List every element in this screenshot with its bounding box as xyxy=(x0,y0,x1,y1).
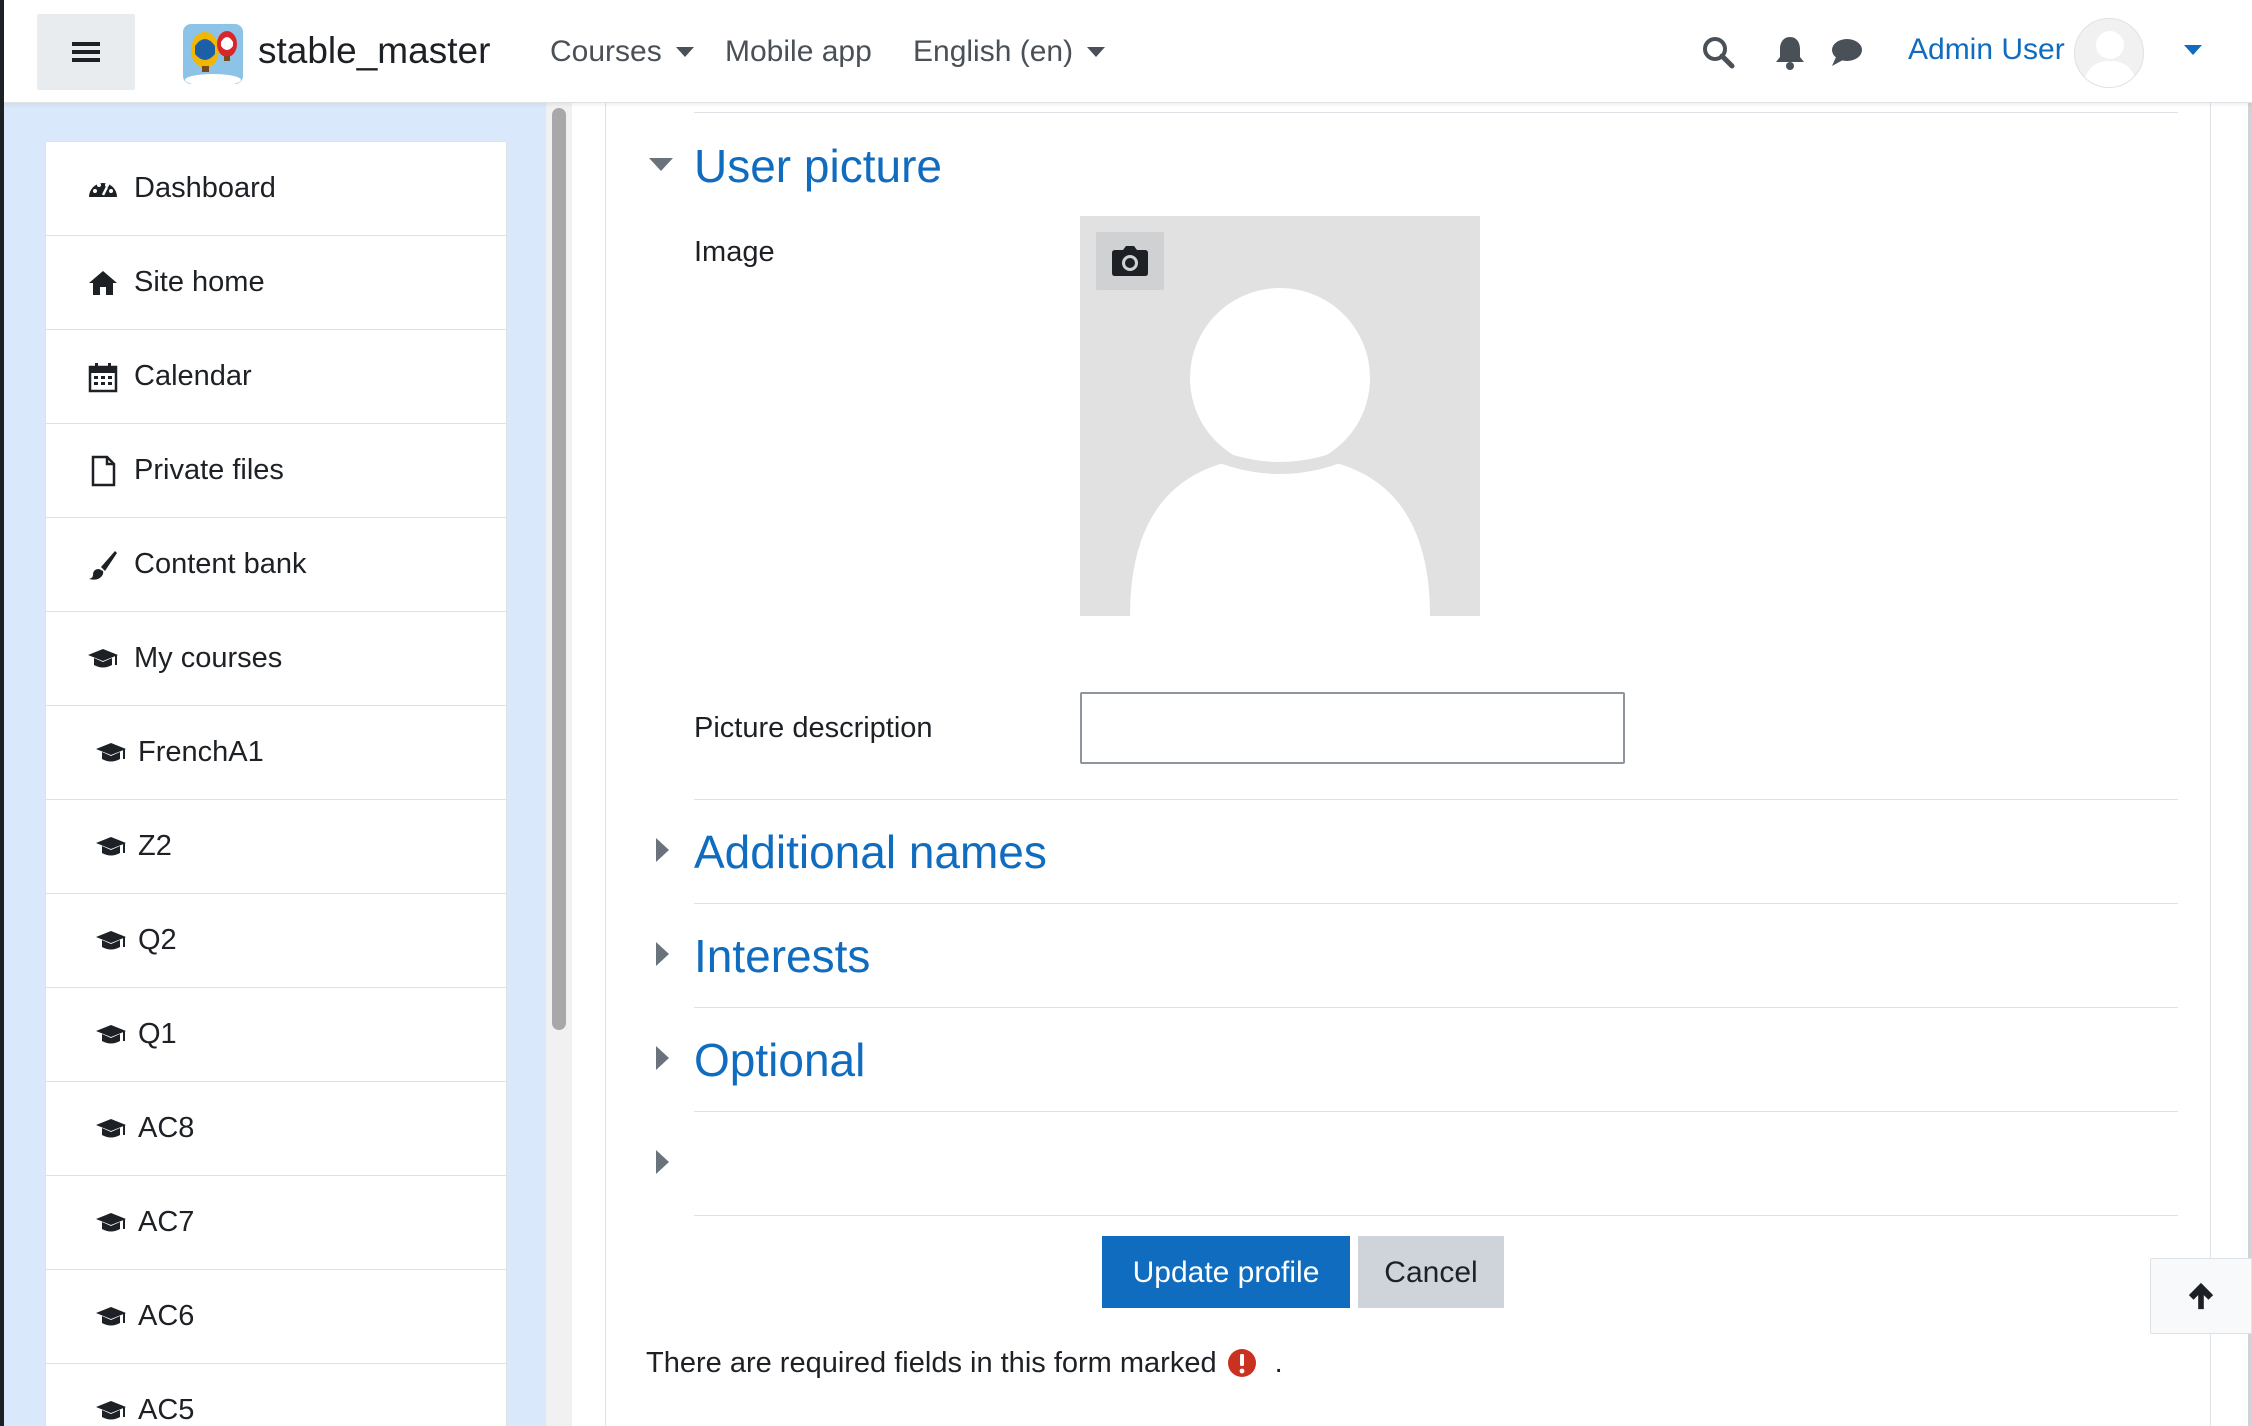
drawer-item-label: Site home xyxy=(134,266,265,298)
drawer-item-course[interactable]: Q2 xyxy=(46,894,506,988)
cancel-button[interactable]: Cancel xyxy=(1358,1236,1504,1308)
search-icon[interactable] xyxy=(1700,34,1736,70)
divider xyxy=(694,1215,2178,1216)
graduation-cap-icon xyxy=(94,1394,128,1426)
chevron-down-icon xyxy=(1087,47,1106,57)
drawer-course-label: Z2 xyxy=(138,830,172,862)
change-picture-button[interactable] xyxy=(1096,232,1164,290)
section-title-additional-names[interactable]: Additional names xyxy=(694,824,1047,880)
camera-icon xyxy=(1112,246,1148,276)
window-edge xyxy=(2248,0,2252,1426)
expand-caret-icon[interactable] xyxy=(656,838,669,862)
top-navbar: stable_master Courses Mobile app English… xyxy=(0,0,2252,103)
page-border xyxy=(605,103,606,1426)
section-title-interests[interactable]: Interests xyxy=(694,928,870,984)
graduation-cap-icon xyxy=(94,1300,128,1334)
bell-icon[interactable] xyxy=(1772,34,1808,70)
courses-menu[interactable]: Courses xyxy=(550,32,694,72)
graduation-cap-icon xyxy=(94,1018,128,1052)
expand-caret-icon[interactable] xyxy=(656,1046,669,1070)
picture-description-input[interactable] xyxy=(1080,692,1625,764)
graduation-cap-icon xyxy=(86,642,120,676)
drawer-course-label: Q2 xyxy=(138,924,177,956)
paintbrush-icon xyxy=(86,548,120,582)
drawer-item-site-home[interactable]: Site home xyxy=(46,236,506,330)
graduation-cap-icon xyxy=(94,1112,128,1146)
divider xyxy=(694,1111,2178,1112)
courses-menu-label: Courses xyxy=(550,35,662,68)
avatar[interactable] xyxy=(2074,18,2144,88)
drawer-item-course[interactable]: Z2 xyxy=(46,800,506,894)
home-icon xyxy=(86,266,120,300)
drawer-item-calendar[interactable]: Calendar xyxy=(46,330,506,424)
drawer-item-label: My courses xyxy=(134,642,283,674)
language-menu-label: English (en) xyxy=(913,35,1074,68)
drawer-course-label: AC6 xyxy=(138,1300,195,1332)
arrow-up-icon xyxy=(2188,1282,2214,1310)
graduation-cap-icon xyxy=(94,1206,128,1240)
update-profile-button[interactable]: Update profile xyxy=(1102,1236,1350,1308)
back-to-top-button[interactable] xyxy=(2150,1258,2252,1334)
mobile-app-link[interactable]: Mobile app xyxy=(725,32,872,72)
collapse-caret-icon[interactable] xyxy=(649,158,673,171)
drawer-item-course[interactable]: AC6 xyxy=(46,1270,506,1364)
drawer-course-label: AC8 xyxy=(138,1112,195,1144)
required-fields-note: There are required fields in this form m… xyxy=(646,1344,1283,1382)
drawer-item-label: Dashboard xyxy=(134,172,276,204)
graduation-cap-icon xyxy=(94,924,128,958)
divider xyxy=(694,1007,2178,1008)
required-note-text: There are required fields in this form m… xyxy=(646,1347,1217,1379)
page-border xyxy=(2210,103,2211,1426)
graduation-cap-icon xyxy=(94,736,128,770)
mobile-app-label: Mobile app xyxy=(725,35,872,68)
drawer-item-my-courses[interactable]: My courses xyxy=(46,612,506,706)
section-title-optional[interactable]: Optional xyxy=(694,1032,865,1088)
calendar-icon xyxy=(86,360,120,394)
user-picture xyxy=(1080,216,1480,616)
drawer-item-label: Calendar xyxy=(134,360,252,392)
drawer-item-label: Content bank xyxy=(134,548,307,580)
user-menu-name[interactable]: Admin User xyxy=(1908,30,2065,70)
drawer-item-label: Private files xyxy=(134,454,284,486)
image-label: Image xyxy=(694,236,775,268)
divider xyxy=(694,903,2178,904)
graduation-cap-icon xyxy=(94,830,128,864)
language-menu[interactable]: English (en) xyxy=(913,32,1106,72)
divider xyxy=(694,799,2178,800)
section-title-user-picture[interactable]: User picture xyxy=(694,138,942,194)
drawer-scrollbar-thumb[interactable] xyxy=(552,108,566,1030)
drawer-item-dashboard[interactable]: Dashboard xyxy=(46,142,506,236)
drawer-item-course[interactable]: AC5 xyxy=(46,1364,506,1426)
chevron-down-icon[interactable] xyxy=(2184,45,2202,55)
drawer-item-course[interactable]: AC7 xyxy=(46,1176,506,1270)
drawer-course-label: Q1 xyxy=(138,1018,177,1050)
drawer-item-course[interactable]: FrenchA1 xyxy=(46,706,506,800)
menu-icon xyxy=(72,42,100,62)
nav-drawer: Dashboard Site home Calendar Private fil… xyxy=(4,103,546,1426)
dashboard-icon xyxy=(86,172,120,206)
drawer-course-label: FrenchA1 xyxy=(138,736,264,768)
expand-caret-icon[interactable] xyxy=(656,942,669,966)
file-icon xyxy=(86,454,120,488)
default-user-icon xyxy=(2083,31,2137,87)
divider xyxy=(694,112,2178,113)
drawer-toggle-button[interactable] xyxy=(37,14,135,90)
window-edge xyxy=(0,0,4,103)
required-note-suffix: . xyxy=(1274,1347,1283,1379)
expand-caret-icon[interactable] xyxy=(656,1150,669,1174)
drawer-item-course[interactable]: Q1 xyxy=(46,988,506,1082)
drawer-course-label: AC5 xyxy=(138,1394,195,1426)
chevron-down-icon xyxy=(675,47,694,57)
chat-icon[interactable] xyxy=(1828,34,1864,70)
drawer-item-course[interactable]: AC8 xyxy=(46,1082,506,1176)
exclamation-circle-icon xyxy=(1227,1349,1256,1377)
site-logo[interactable] xyxy=(183,24,243,84)
drawer-item-private-files[interactable]: Private files xyxy=(46,424,506,518)
drawer-course-label: AC7 xyxy=(138,1206,195,1238)
drawer-nav-list: Dashboard Site home Calendar Private fil… xyxy=(45,141,507,1426)
drawer-item-content-bank[interactable]: Content bank xyxy=(46,518,506,612)
picture-description-label: Picture description xyxy=(694,712,933,744)
site-name[interactable]: stable_master xyxy=(258,28,490,74)
